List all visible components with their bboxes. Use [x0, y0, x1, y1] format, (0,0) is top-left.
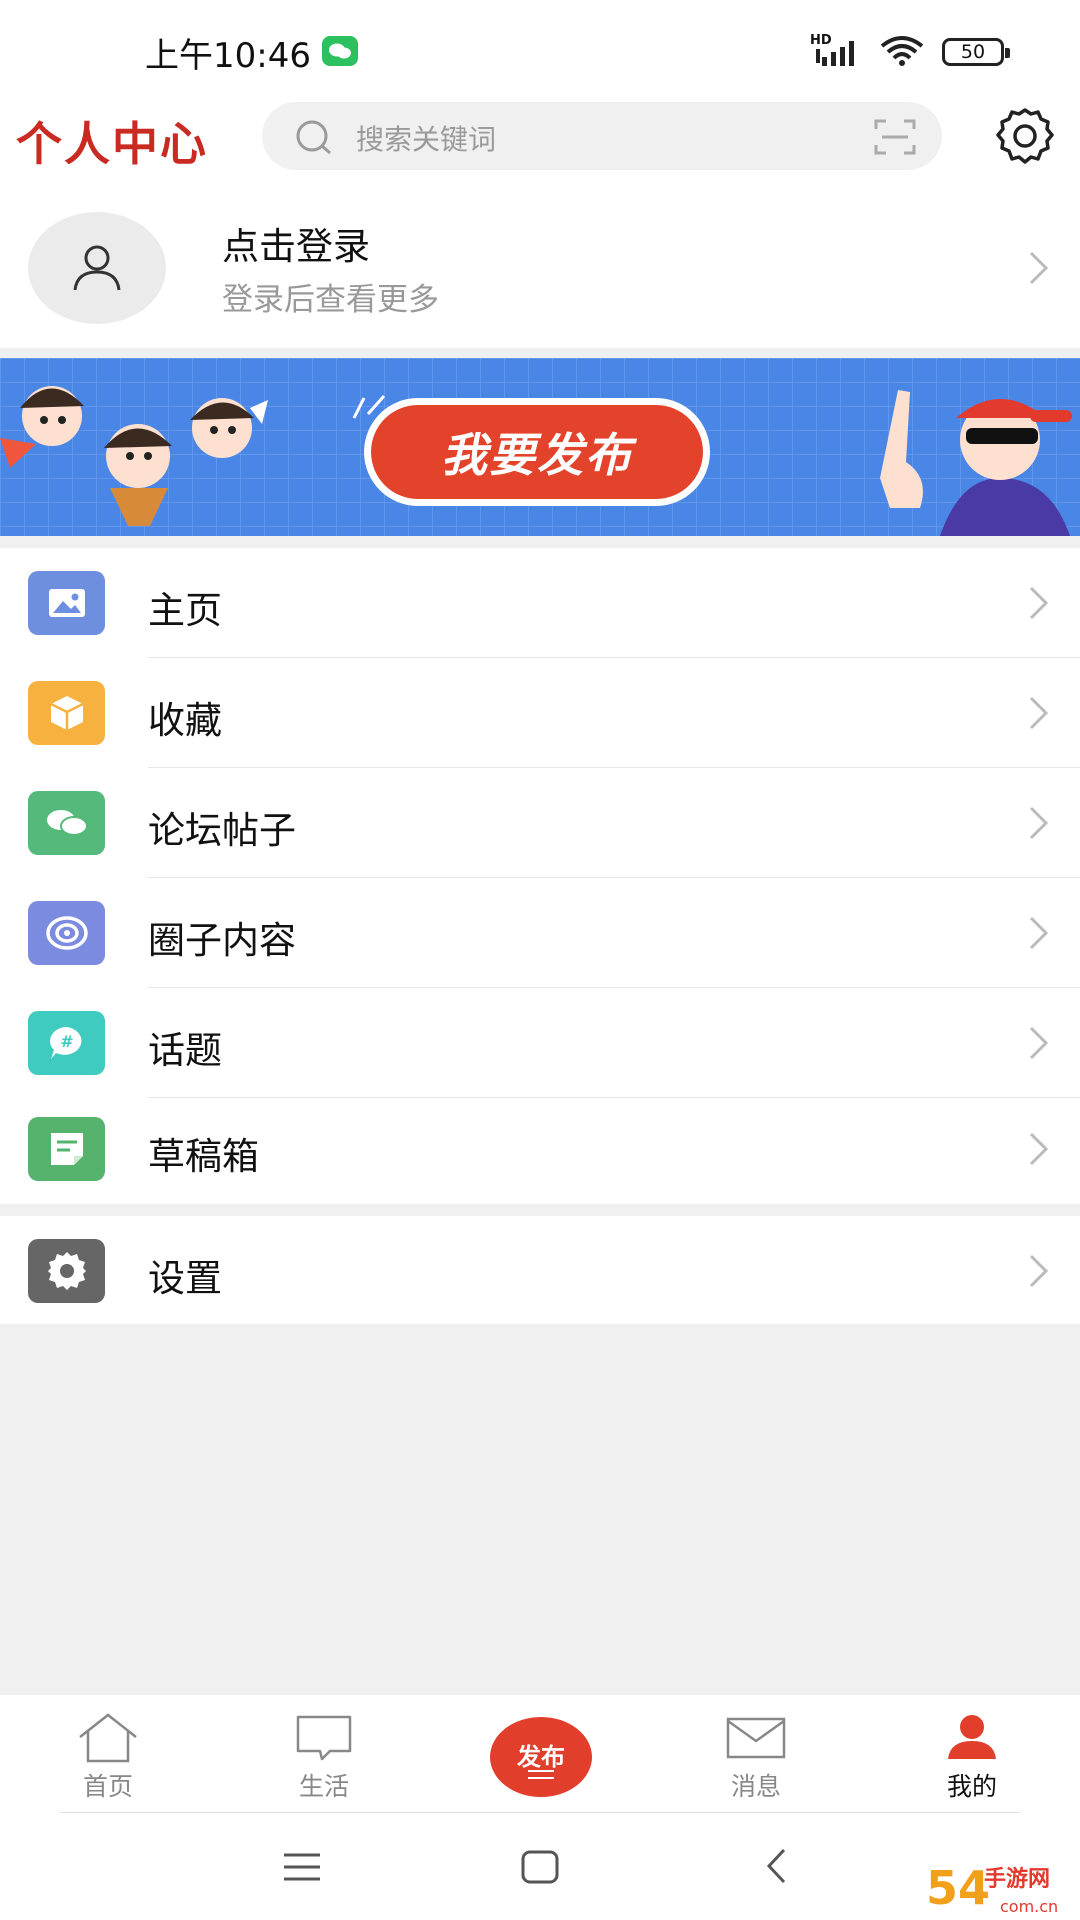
menu-item-circle-content[interactable]: 圈子内容 [0, 878, 1080, 988]
nav-item-life[interactable]: 生活 [254, 1695, 394, 1815]
nav-item-mine[interactable]: 我的 [902, 1695, 1042, 1815]
user-outline-icon [73, 245, 121, 291]
chat-bubbles-icon [28, 791, 105, 855]
publish-button[interactable]: 发布 [490, 1717, 592, 1797]
publish-banner-button[interactable]: 我要发布 [364, 398, 710, 506]
publish-label: 发布 [517, 1743, 565, 1771]
publish-banner[interactable]: 我要发布 [0, 358, 1080, 536]
nav-item-home[interactable]: 首页 [38, 1695, 178, 1815]
gear-icon [28, 1239, 105, 1303]
home-square-icon[interactable] [520, 1849, 560, 1889]
search-bar[interactable]: 搜索关键词 [262, 102, 942, 170]
page-title: 个人中心 [16, 117, 208, 171]
nav-label: 消息 [730, 1772, 781, 1801]
menu-list: 主页 收藏 论坛帖子 圈子内容 # 话题 草稿箱 [0, 548, 1080, 1204]
svg-text:手游网: 手游网 [984, 1866, 1050, 1892]
menu-item-label: 设置 [148, 1257, 222, 1300]
menu-item-label: 论坛帖子 [148, 809, 296, 852]
chevron-right-icon [1028, 1131, 1050, 1171]
chevron-right-icon [1028, 915, 1050, 955]
box-icon [28, 681, 105, 745]
menu-item-label: 话题 [148, 1029, 222, 1072]
status-bar: 上午10:46 HD 50 [0, 0, 1080, 100]
nav-label: 首页 [82, 1772, 133, 1801]
scan-icon[interactable] [874, 119, 916, 159]
nav-label: 生活 [298, 1772, 349, 1801]
search-input[interactable]: 搜索关键词 [356, 118, 496, 158]
header: 个人中心 搜索关键词 [0, 100, 1080, 190]
menu-item-drafts[interactable]: 草稿箱 [0, 1094, 1080, 1204]
chevron-right-icon [1028, 805, 1050, 845]
nav-label: 我的 [946, 1772, 997, 1801]
publish-banner-label: 我要发布 [371, 405, 703, 499]
settings-section: 设置 [0, 1216, 1080, 1324]
wechat-notification-icon [322, 36, 358, 66]
chevron-right-icon [1028, 585, 1050, 625]
menu-item-label: 草稿箱 [148, 1135, 259, 1178]
menu-item-home[interactable]: 主页 [0, 548, 1080, 658]
menu-item-topics[interactable]: # 话题 [0, 988, 1080, 1098]
menu-item-label: 主页 [148, 589, 222, 632]
watermark-logo: 54 手游网 com.cn [926, 1861, 1058, 1916]
note-icon [28, 1117, 105, 1181]
menu-item-label: 收藏 [148, 699, 222, 742]
chat-icon [296, 1715, 352, 1761]
login-card[interactable]: 点击登录 登录后查看更多 [0, 190, 1080, 348]
user-icon [948, 1715, 996, 1759]
svg-text:#: # [60, 1032, 73, 1051]
hashtag-bubble-icon: # [28, 1011, 105, 1075]
login-subtitle: 登录后查看更多 [222, 282, 439, 318]
svg-text:54: 54 [926, 1861, 990, 1915]
chevron-right-icon [1028, 1025, 1050, 1065]
wifi-icon [878, 34, 926, 70]
status-indicators: HD 50 [810, 33, 1010, 70]
search-icon [294, 118, 334, 160]
menu-item-forum-posts[interactable]: 论坛帖子 [0, 768, 1080, 878]
svg-text:com.cn: com.cn [1000, 1897, 1058, 1916]
divider [60, 1812, 1020, 1813]
status-time: 上午10:46 [145, 36, 311, 76]
gear-icon[interactable] [992, 104, 1058, 174]
menu-icon[interactable] [282, 1851, 322, 1887]
publish-icon [528, 1770, 554, 1779]
circle-swirl-icon [28, 901, 105, 965]
image-icon [28, 571, 105, 635]
battery-icon: 50 [942, 38, 1010, 66]
system-nav-bar: 54 手游网 com.cn [0, 1815, 1080, 1920]
bottom-nav: 首页 生活 发布 消息 我的 [0, 1695, 1080, 1815]
chevron-right-icon [1028, 250, 1050, 290]
menu-item-label: 圈子内容 [148, 919, 296, 962]
login-title[interactable]: 点击登录 [222, 216, 370, 270]
chevron-right-icon [1028, 1253, 1050, 1293]
nav-item-messages[interactable]: 消息 [686, 1695, 826, 1815]
back-icon[interactable] [764, 1847, 788, 1889]
chevron-right-icon [1028, 695, 1050, 735]
menu-item-settings[interactable]: 设置 [0, 1216, 1080, 1326]
mail-icon [726, 1717, 786, 1759]
avatar[interactable] [28, 212, 166, 324]
home-icon [79, 1713, 137, 1763]
menu-item-favorites[interactable]: 收藏 [0, 658, 1080, 768]
signal-icon: HD [810, 33, 862, 67]
